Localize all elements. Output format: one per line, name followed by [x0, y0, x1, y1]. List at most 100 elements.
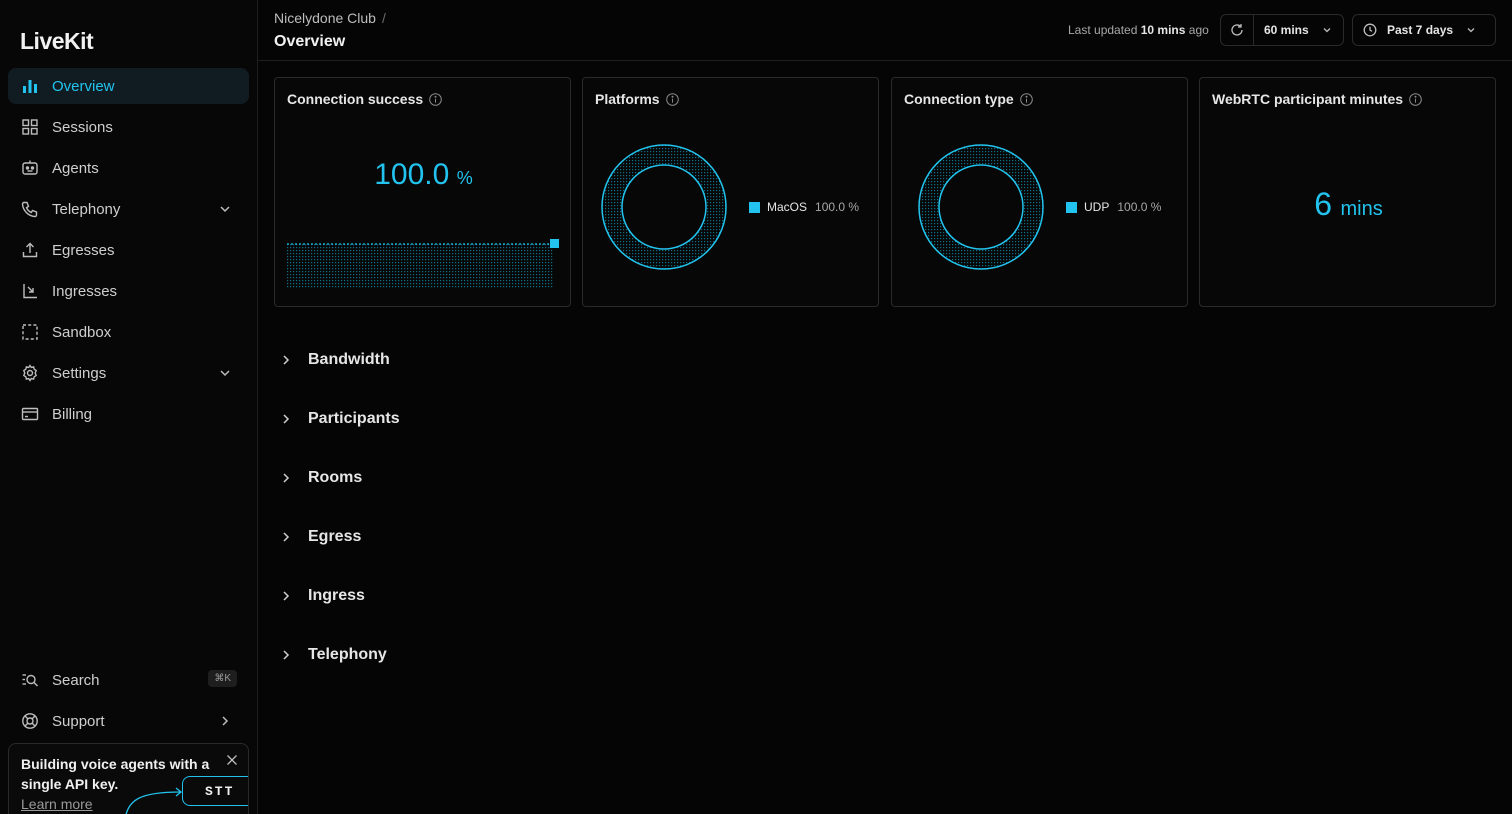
sidebar-item-overview[interactable]: Overview	[8, 68, 249, 104]
sidebar-item-billing[interactable]: Billing	[8, 396, 249, 432]
topbar: Nicelydone Club / Overview Last updated 1…	[258, 0, 1512, 61]
section-egress[interactable]: Egress	[274, 507, 400, 566]
dashed-square-icon	[20, 322, 40, 342]
promo-tag: STT	[182, 776, 248, 806]
sidebar-item-settings[interactable]: Settings	[8, 355, 249, 391]
chevron-down-icon[interactable]	[217, 201, 233, 217]
value-unit: mins	[1340, 198, 1383, 220]
sidebar-item-sandbox[interactable]: Sandbox	[8, 314, 249, 350]
chevron-right-icon	[283, 531, 290, 542]
grid-icon	[20, 117, 40, 137]
chevron-right-icon	[283, 590, 290, 601]
section-label: Rooms	[308, 468, 363, 486]
livekit-logo[interactable]: LiveKit	[20, 28, 94, 55]
breadcrumb: Nicelydone Club /	[274, 10, 386, 26]
refresh-button[interactable]	[1221, 15, 1253, 45]
chevron-right-icon	[222, 716, 229, 726]
arrow-curve-icon	[125, 787, 183, 814]
info-icon[interactable]	[1409, 92, 1422, 106]
platforms-donut	[601, 144, 727, 270]
chevron-down-icon[interactable]	[217, 365, 233, 381]
bar-chart-icon	[20, 76, 40, 96]
section-label: Participants	[308, 409, 400, 427]
card-icon	[20, 404, 40, 424]
connection-success-sparkline	[287, 239, 559, 288]
sidebar-item-label: Settings	[52, 364, 107, 382]
info-icon[interactable]	[429, 92, 442, 106]
card-title: WebRTC participant minutes	[1212, 91, 1422, 107]
card-title: Platforms	[595, 91, 679, 107]
keyboard-shortcut: ⌘K	[208, 670, 237, 687]
upload-icon	[20, 240, 40, 260]
refresh-interval-select[interactable]: 60 mins	[1254, 15, 1343, 45]
section-label: Egress	[308, 527, 362, 545]
robot-icon	[20, 158, 40, 178]
chevron-down-icon	[1467, 28, 1475, 33]
sidebar-item-label: Telephony	[52, 200, 121, 218]
connection-type-legend: UDP 100.0 %	[1066, 200, 1161, 214]
chevron-right-icon	[283, 413, 290, 424]
chevron-right-icon	[283, 472, 290, 483]
sidebar-item-label: Overview	[52, 77, 115, 95]
info-icon[interactable]	[1019, 92, 1033, 106]
value-unit: %	[456, 168, 473, 188]
section-label: Bandwidth	[308, 350, 390, 368]
chevron-right-icon	[283, 354, 290, 365]
card-title-text: Connection type	[904, 91, 1014, 107]
last-updated-value: 10 mins	[1140, 23, 1186, 37]
webrtc-minutes-card: WebRTC participant minutes 6 mins	[1199, 77, 1496, 307]
card-title-text: WebRTC participant minutes	[1212, 91, 1404, 107]
sidebar: LiveKit Overview Sessions Agents Telepho…	[0, 0, 258, 814]
section-telephony[interactable]: Telephony	[274, 625, 400, 684]
section-ingress[interactable]: Ingress	[274, 566, 400, 625]
page-title: Overview	[274, 33, 346, 50]
breadcrumb-separator: /	[381, 10, 386, 26]
sidebar-item-label: Agents	[52, 159, 99, 177]
chevron-right-icon	[283, 649, 290, 660]
main-content: Nicelydone Club / Overview Last updated 1…	[258, 0, 1512, 814]
support-label: Support	[52, 712, 105, 730]
last-updated: Last updated 10 mins ago	[1068, 23, 1209, 37]
section-rooms[interactable]: Rooms	[274, 448, 400, 507]
webrtc-minutes-value: 6 mins	[1200, 186, 1497, 223]
sidebar-item-label: Ingresses	[52, 282, 118, 300]
section-label: Telephony	[308, 645, 387, 663]
sidebar-item-sessions[interactable]: Sessions	[8, 109, 249, 145]
refresh-interval-value: 60 mins	[1264, 23, 1309, 37]
sidebar-item-egresses[interactable]: Egresses	[8, 232, 249, 268]
chevron-down-icon	[1323, 28, 1331, 33]
platforms-legend: MacOS 100.0 %	[749, 200, 859, 214]
section-bandwidth[interactable]: Bandwidth	[274, 330, 400, 389]
connection-success-card: Connection success 100.0 %	[274, 77, 571, 307]
search-label: Search	[52, 671, 100, 689]
lifebuoy-icon	[20, 711, 40, 731]
value-number: 6	[1314, 186, 1333, 222]
clock-icon	[1363, 23, 1377, 37]
promo-banner: Building voice agents with a single API …	[8, 743, 249, 814]
support-button[interactable]: Support	[8, 703, 249, 739]
sidebar-bottom: Search ⌘K Support	[8, 662, 249, 744]
section-label: Ingress	[308, 586, 365, 604]
card-title-text: Platforms	[595, 91, 660, 107]
legend-label: MacOS	[767, 200, 808, 214]
sparkline-marker	[550, 239, 559, 248]
connection-success-value: 100.0 %	[275, 158, 572, 192]
sidebar-item-agents[interactable]: Agents	[8, 150, 249, 186]
close-icon[interactable]	[226, 754, 238, 766]
breadcrumb-project[interactable]: Nicelydone Club	[274, 10, 376, 26]
card-title: Connection type	[904, 91, 1033, 107]
sidebar-item-ingresses[interactable]: Ingresses	[8, 273, 249, 309]
legend-pct: 100.0 %	[1117, 200, 1162, 214]
legend-label: UDP	[1084, 200, 1110, 214]
refresh-icon	[1231, 24, 1243, 36]
card-title-text: Connection success	[287, 91, 424, 107]
date-range-value: Past 7 days	[1387, 23, 1454, 37]
card-title: Connection success	[287, 91, 442, 107]
date-range-select[interactable]: Past 7 days	[1352, 14, 1496, 46]
search-button[interactable]: Search ⌘K	[8, 662, 249, 698]
sidebar-item-label: Billing	[52, 405, 93, 423]
section-participants[interactable]: Participants	[274, 389, 400, 448]
sidebar-item-telephony[interactable]: Telephony	[8, 191, 249, 227]
last-updated-suffix: ago	[1188, 23, 1209, 37]
info-icon[interactable]	[665, 92, 679, 106]
